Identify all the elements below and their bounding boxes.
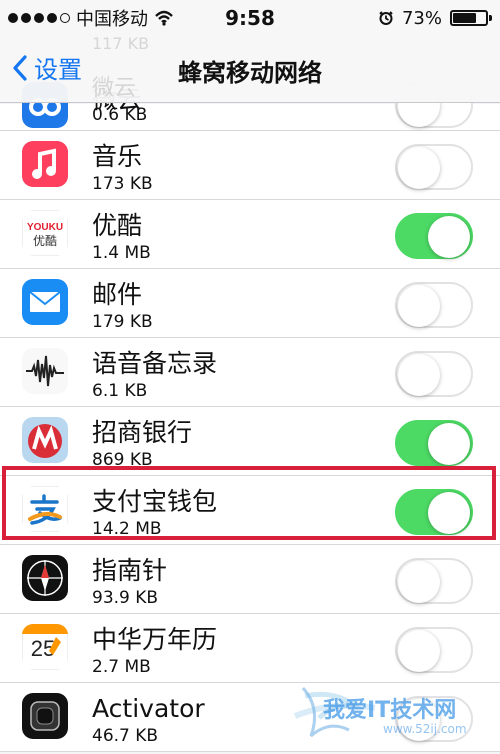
app-row-1: 音乐 173 KB — [0, 131, 500, 200]
app-size: 173 KB — [92, 174, 153, 194]
cmb-icon — [22, 417, 68, 463]
carrier-label: 中国移动 — [76, 9, 148, 30]
app-row-9: Activator 46.7 KB — [0, 683, 500, 752]
voice-memo-icon — [22, 348, 68, 394]
app-name: 音乐 — [92, 142, 143, 171]
app-row-4: 语音备忘录 6.1 KB — [0, 338, 500, 407]
page-title: 蜂窝移动网络 — [178, 59, 322, 87]
toggle-knob — [398, 561, 440, 603]
app-name: 优酷 — [92, 211, 143, 240]
cellular-app-list: 微云 0.6 KB 音乐 173 KB YOUKU优酷 优酷 1.4 MB 邮件… — [0, 82, 500, 752]
compass-icon — [22, 555, 68, 601]
app-size: 179 KB — [92, 312, 153, 332]
cellular-toggle[interactable] — [395, 351, 473, 397]
youku-icon: YOUKU 优酷 — [22, 210, 68, 256]
app-name: Activator — [92, 694, 205, 723]
toggle-knob — [428, 216, 470, 258]
app-row-0: 微云 0.6 KB — [0, 82, 500, 131]
svg-text:YOUKU: YOUKU — [27, 222, 63, 233]
signal-strength-icon — [8, 13, 70, 23]
app-size: 14.2 MB — [92, 519, 162, 539]
app-row-3: 邮件 179 KB — [0, 269, 500, 338]
battery-percent: 73% — [401, 7, 442, 29]
app-size: 46.7 KB — [92, 726, 159, 746]
navigation-bar: 设置 蜂窝移动网络 — [0, 36, 500, 103]
app-name: 支付宝钱包 — [92, 487, 218, 516]
app-size: 93.9 KB — [92, 588, 159, 608]
toggle-knob — [428, 492, 470, 534]
toggle-knob — [398, 354, 440, 396]
cellular-toggle[interactable] — [395, 213, 473, 259]
status-right: 73% — [378, 8, 500, 29]
cellular-toggle[interactable] — [395, 282, 473, 328]
music-icon — [22, 141, 68, 187]
cellular-toggle[interactable] — [395, 420, 473, 466]
mail-icon — [22, 279, 68, 325]
activator-icon — [22, 693, 68, 739]
app-size: 869 KB — [92, 450, 153, 470]
toggle-knob — [398, 699, 440, 741]
wifi-icon — [155, 10, 173, 26]
app-name: 中华万年历 — [92, 625, 218, 654]
status-left: 中国移动 — [0, 5, 198, 31]
alipay-icon — [22, 486, 68, 532]
app-row-5: 招商银行 869 KB — [0, 407, 500, 476]
toggle-knob — [398, 285, 440, 327]
toggle-knob — [398, 630, 440, 672]
app-name: 语音备忘录 — [92, 349, 218, 378]
app-size: 0.6 KB — [92, 105, 148, 125]
cellular-toggle[interactable] — [395, 144, 473, 190]
cellular-toggle[interactable] — [395, 558, 473, 604]
app-row-2: YOUKU 优酷 优酷 1.4 MB — [0, 200, 500, 269]
app-size: 6.1 KB — [92, 381, 148, 401]
app-size: 2.7 MB — [92, 657, 151, 677]
toggle-knob — [428, 423, 470, 465]
cellular-toggle[interactable] — [395, 627, 473, 673]
svg-text:优酷: 优酷 — [33, 234, 57, 248]
status-bar: 中国移动 9:58 73% — [0, 0, 500, 36]
toggle-knob — [398, 147, 440, 189]
calendar-icon: 25 — [22, 624, 68, 670]
cellular-toggle[interactable] — [395, 696, 473, 742]
app-name: 指南针 — [92, 556, 168, 585]
alarm-clock-icon — [379, 11, 393, 25]
app-row-6: 支付宝钱包 14.2 MB — [0, 476, 500, 545]
app-name: 招商银行 — [92, 418, 193, 447]
battery-icon — [450, 10, 492, 26]
app-row-7: 指南针 93.9 KB — [0, 545, 500, 614]
cellular-toggle[interactable] — [395, 489, 473, 535]
app-name: 邮件 — [92, 280, 143, 309]
app-row-8: 25 中华万年历 2.7 MB — [0, 614, 500, 683]
app-size: 1.4 MB — [92, 243, 151, 263]
